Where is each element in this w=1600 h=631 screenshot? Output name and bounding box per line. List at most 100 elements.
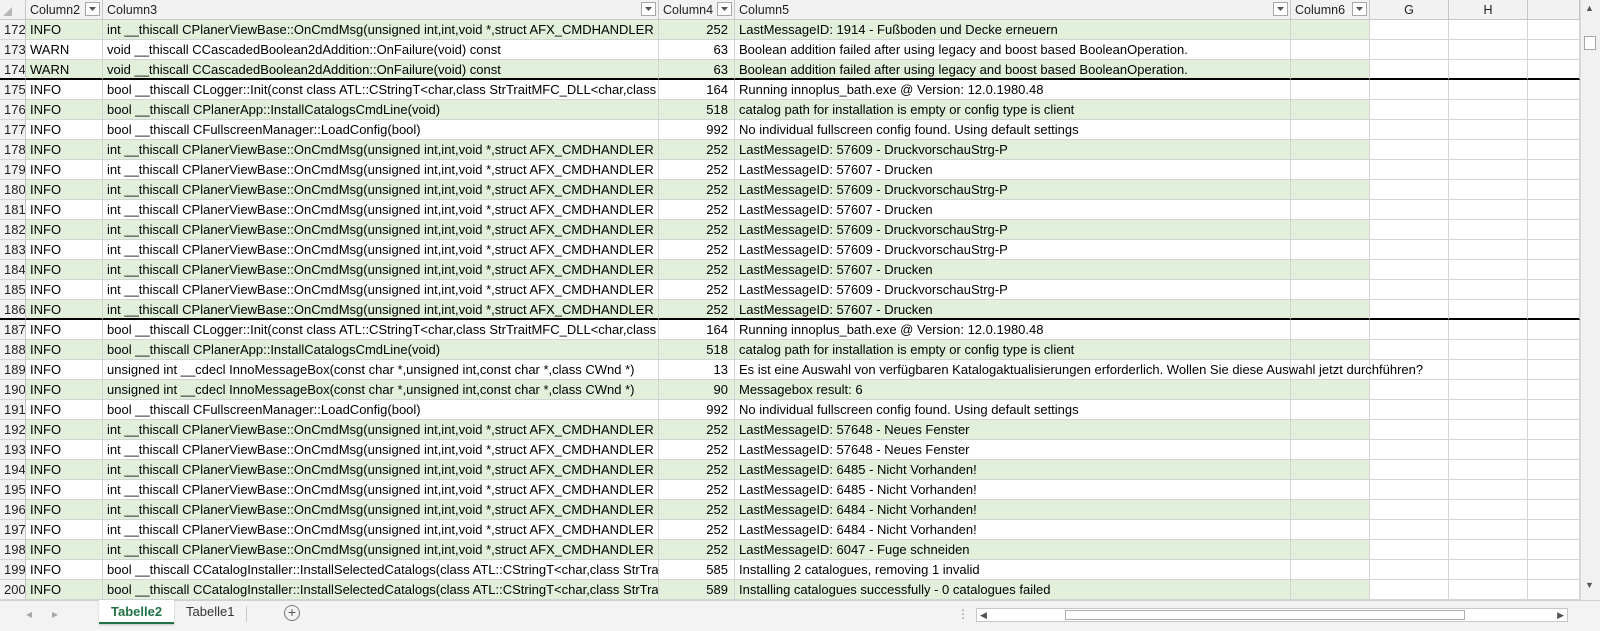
cell-line-number[interactable]: 252 — [659, 280, 735, 300]
cell-g[interactable] — [1370, 160, 1449, 180]
cell-level[interactable]: INFO — [26, 280, 103, 300]
cell-level[interactable]: INFO — [26, 220, 103, 240]
cell-message[interactable]: Installing 2 catalogues, removing 1 inva… — [735, 560, 1291, 580]
row-number[interactable]: 198 — [0, 540, 26, 560]
cell-g[interactable] — [1370, 440, 1449, 460]
cell-message[interactable]: No individual fullscreen config found. U… — [735, 120, 1291, 140]
cell-column6[interactable] — [1291, 380, 1370, 400]
cell-column6[interactable] — [1291, 40, 1370, 60]
cell-h[interactable] — [1449, 200, 1528, 220]
cell-next[interactable] — [1528, 80, 1580, 100]
cell-line-number[interactable]: 252 — [659, 460, 735, 480]
cell-next[interactable] — [1528, 400, 1580, 420]
cell-function[interactable]: int __thiscall CPlanerViewBase::OnCmdMsg… — [103, 20, 659, 40]
filter-dropdown-icon[interactable] — [717, 2, 732, 16]
row-number[interactable]: 180 — [0, 180, 26, 200]
cell-h[interactable] — [1449, 280, 1528, 300]
cell-column6[interactable] — [1291, 140, 1370, 160]
cell-message[interactable]: Boolean addition failed after using lega… — [735, 40, 1291, 60]
cell-h[interactable] — [1449, 440, 1528, 460]
cell-function[interactable]: unsigned int __cdecl InnoMessageBox(cons… — [103, 360, 659, 380]
row-number[interactable]: 186 — [0, 300, 26, 320]
cell-g[interactable] — [1370, 100, 1449, 120]
cell-message[interactable]: LastMessageID: 1914 - Fußboden und Decke… — [735, 20, 1291, 40]
table-row[interactable]: 182 INFO int __thiscall CPlanerViewBase::O… — [0, 220, 1580, 240]
table-row[interactable]: 197 INFO int __thiscall CPlanerViewBase::O… — [0, 520, 1580, 540]
column-header-h[interactable]: H — [1449, 0, 1528, 20]
cell-g[interactable] — [1370, 300, 1449, 320]
cell-next[interactable] — [1528, 260, 1580, 280]
cell-g[interactable] — [1370, 60, 1449, 80]
cell-function[interactable]: bool __thiscall CPlanerApp::InstallCatal… — [103, 100, 659, 120]
table-row[interactable]: 194 INFO int __thiscall CPlanerViewBase::O… — [0, 460, 1580, 480]
table-row[interactable]: 192 INFO int __thiscall CPlanerViewBase::O… — [0, 420, 1580, 440]
cell-line-number[interactable]: 589 — [659, 580, 735, 600]
row-number[interactable]: 174 — [0, 60, 26, 80]
cell-h[interactable] — [1449, 400, 1528, 420]
row-number[interactable]: 193 — [0, 440, 26, 460]
cell-line-number[interactable]: 252 — [659, 140, 735, 160]
cell-column6[interactable] — [1291, 300, 1370, 320]
cell-g[interactable] — [1370, 400, 1449, 420]
cell-next[interactable] — [1528, 460, 1580, 480]
cell-h[interactable] — [1449, 340, 1528, 360]
cell-line-number[interactable]: 90 — [659, 380, 735, 400]
cell-function[interactable]: int __thiscall CPlanerViewBase::OnCmdMsg… — [103, 280, 659, 300]
cell-message[interactable]: catalog path for installation is empty o… — [735, 100, 1291, 120]
cell-column6[interactable] — [1291, 400, 1370, 420]
cell-column6[interactable] — [1291, 100, 1370, 120]
table-row[interactable]: 173 WARN void __thiscall CCascadedBoolean2… — [0, 40, 1580, 60]
cell-message[interactable]: LastMessageID: 57609 - DruckvorschauStrg… — [735, 280, 1291, 300]
cell-function[interactable]: int __thiscall CPlanerViewBase::OnCmdMsg… — [103, 140, 659, 160]
vertical-scrollbar[interactable]: ▲ ▼ — [1580, 0, 1600, 600]
cell-level[interactable]: INFO — [26, 200, 103, 220]
row-number[interactable]: 177 — [0, 120, 26, 140]
cell-message[interactable]: LastMessageID: 6047 - Fuge schneiden — [735, 540, 1291, 560]
cell-next[interactable] — [1528, 120, 1580, 140]
cell-message[interactable]: Boolean addition failed after using lega… — [735, 60, 1291, 80]
cell-line-number[interactable]: 252 — [659, 180, 735, 200]
cell-h[interactable] — [1449, 140, 1528, 160]
table-row[interactable]: 177 INFO bool __thiscall CFullscreenManage… — [0, 120, 1580, 140]
cell-next[interactable] — [1528, 100, 1580, 120]
cell-h[interactable] — [1449, 20, 1528, 40]
cell-next[interactable] — [1528, 520, 1580, 540]
cell-message[interactable]: LastMessageID: 6485 - Nicht Vorhanden! — [735, 480, 1291, 500]
cell-line-number[interactable]: 252 — [659, 440, 735, 460]
cell-line-number[interactable]: 252 — [659, 260, 735, 280]
cell-message[interactable]: LastMessageID: 57607 - Drucken — [735, 300, 1291, 320]
cell-function[interactable]: bool __thiscall CLogger::Init(const clas… — [103, 80, 659, 100]
horizontal-scroll-thumb[interactable] — [1065, 610, 1465, 620]
cell-message[interactable]: Running innoplus_bath.exe @ Version: 12.… — [735, 320, 1291, 340]
cell-h[interactable] — [1449, 360, 1528, 380]
cell-next[interactable] — [1528, 40, 1580, 60]
cell-next[interactable] — [1528, 340, 1580, 360]
cell-g[interactable] — [1370, 260, 1449, 280]
column-header-column2[interactable]: Column2 — [26, 0, 103, 20]
cell-level[interactable]: INFO — [26, 260, 103, 280]
cell-level[interactable]: INFO — [26, 420, 103, 440]
cell-level[interactable]: INFO — [26, 300, 103, 320]
cell-level[interactable]: INFO — [26, 360, 103, 380]
cell-next[interactable] — [1528, 20, 1580, 40]
cell-h[interactable] — [1449, 60, 1528, 80]
cell-function[interactable]: bool __thiscall CFullscreenManager::Load… — [103, 400, 659, 420]
cell-h[interactable] — [1449, 120, 1528, 140]
cell-line-number[interactable]: 992 — [659, 120, 735, 140]
cell-g[interactable] — [1370, 340, 1449, 360]
cell-column6[interactable] — [1291, 580, 1370, 600]
cell-level[interactable]: INFO — [26, 120, 103, 140]
row-number[interactable]: 189 — [0, 360, 26, 380]
table-row[interactable]: 186 INFO int __thiscall CPlanerViewBase::O… — [0, 300, 1580, 320]
cell-function[interactable]: int __thiscall CPlanerViewBase::OnCmdMsg… — [103, 180, 659, 200]
row-number[interactable]: 196 — [0, 500, 26, 520]
cell-function[interactable]: int __thiscall CPlanerViewBase::OnCmdMsg… — [103, 500, 659, 520]
cell-next[interactable] — [1528, 320, 1580, 340]
cell-h[interactable] — [1449, 300, 1528, 320]
column-header-g[interactable]: G — [1370, 0, 1449, 20]
scroll-right-icon[interactable]: ▶ — [1557, 610, 1564, 621]
cell-next[interactable] — [1528, 500, 1580, 520]
cell-next[interactable] — [1528, 220, 1580, 240]
table-row[interactable]: 190 INFO unsigned int __cdecl InnoMessageB… — [0, 380, 1580, 400]
cell-column6[interactable] — [1291, 340, 1370, 360]
